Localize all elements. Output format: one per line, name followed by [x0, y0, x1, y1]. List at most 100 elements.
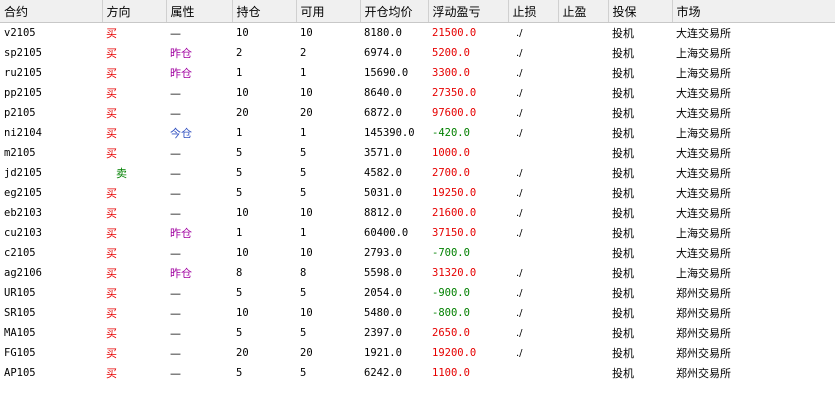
- cell-hedge: 投机: [612, 87, 634, 100]
- cell-market: 大连交易所: [676, 247, 731, 260]
- cell-take-profit: [558, 223, 608, 243]
- cell-available: 5: [300, 167, 307, 179]
- cell-take-profit: [558, 123, 608, 143]
- cell-floating-pnl: 3300.0: [432, 67, 470, 79]
- cell-available: 5: [300, 287, 307, 299]
- table-row[interactable]: UR105 买 — 5 5 2054.0 -900.0 ./ 投机 郑州交易所: [0, 283, 835, 303]
- cell-attribute: 昨仓: [170, 47, 192, 60]
- table-row[interactable]: m2105 买 — 5 5 3571.0 1000.0 投机 大连交易所: [0, 143, 835, 163]
- col-header-hedge[interactable]: 投保: [608, 0, 673, 23]
- col-header-contract[interactable]: 合约: [0, 0, 103, 23]
- cell-available: 5: [300, 147, 307, 159]
- cell-take-profit: [558, 183, 608, 203]
- cell-attribute: —: [170, 206, 181, 220]
- cell-attribute: —: [170, 106, 181, 120]
- cell-direction: 买: [106, 127, 117, 140]
- table-row[interactable]: MA105 买 — 5 5 2397.0 2650.0 ./ 投机 郑州交易所: [0, 323, 835, 343]
- cell-contract: cu2103: [4, 227, 42, 239]
- table-row[interactable]: SR105 买 — 10 10 5480.0 -800.0 ./ 投机 郑州交易所: [0, 303, 835, 323]
- cell-position: 20: [236, 107, 249, 119]
- cell-hedge: 投机: [612, 187, 634, 200]
- cell-available: 10: [300, 307, 313, 319]
- cell-hedge: 投机: [612, 107, 634, 120]
- cell-floating-pnl: -700.0: [432, 247, 470, 259]
- col-header-floating-pnl[interactable]: 浮动盈亏: [428, 0, 509, 23]
- table-row[interactable]: pp2105 买 — 10 10 8640.0 27350.0 ./ 投机 大连交易所: [0, 83, 835, 103]
- table-row[interactable]: AP105 买 — 5 5 6242.0 1100.0 投机 郑州交易所: [0, 363, 835, 383]
- cell-floating-pnl: 1100.0: [432, 367, 470, 379]
- table-row[interactable]: cu2103 买 昨仓 1 1 60400.0 37150.0 ./ 投机 上海交易所: [0, 223, 835, 243]
- col-header-market[interactable]: 市场: [672, 0, 835, 23]
- cell-contract: pp2105: [4, 87, 42, 99]
- table-row[interactable]: ag2106 买 昨仓 8 8 5598.0 31320.0 ./ 投机 上海交易所: [0, 263, 835, 283]
- col-header-open-price[interactable]: 开仓均价: [360, 0, 429, 23]
- table-row[interactable]: v2105 买 — 10 10 8180.0 21500.0 ./ 投机 大连交易所: [0, 23, 835, 44]
- table-row[interactable]: sp2105 买 昨仓 2 2 6974.0 5200.0 ./ 投机 上海交易所: [0, 43, 835, 63]
- cell-position: 10: [236, 207, 249, 219]
- cell-direction: 买: [106, 287, 117, 300]
- cell-market: 上海交易所: [676, 127, 731, 140]
- cell-take-profit: [558, 263, 608, 283]
- col-header-position[interactable]: 持仓: [232, 0, 297, 23]
- cell-position: 5: [236, 147, 243, 159]
- positions-table: 合约 方向 属性 持仓 可用 开仓均价 浮动盈亏 止损 止盈 投保 市场 v21…: [0, 0, 835, 383]
- cell-floating-pnl: 19200.0: [432, 347, 477, 359]
- cell-contract: v2105: [4, 27, 36, 39]
- table-row[interactable]: ni2104 买 今仓 1 1 145390.0 -420.0 ./ 投机 上海交易所: [0, 123, 835, 143]
- cell-direction: 买: [106, 347, 117, 360]
- cell-open-price: 15690.0: [364, 67, 409, 79]
- cell-position: 1: [236, 227, 243, 239]
- cell-position: 5: [236, 287, 243, 299]
- cell-floating-pnl: 21600.0: [432, 207, 477, 219]
- col-header-attribute[interactable]: 属性: [166, 0, 233, 23]
- cell-hedge: 投机: [612, 167, 634, 180]
- cell-stop-loss: [508, 143, 558, 163]
- table-row[interactable]: eb2103 买 — 10 10 8812.0 21600.0 ./ 投机 大连交易所: [0, 203, 835, 223]
- cell-stop-loss: ./: [516, 307, 523, 319]
- table-row[interactable]: c2105 买 — 10 10 2793.0 -700.0 投机 大连交易所: [0, 243, 835, 263]
- cell-available: 2: [300, 47, 307, 59]
- cell-open-price: 2397.0: [364, 327, 402, 339]
- cell-position: 10: [236, 307, 249, 319]
- cell-available: 8: [300, 267, 307, 279]
- cell-stop-loss: ./: [516, 47, 523, 59]
- cell-take-profit: [558, 303, 608, 323]
- cell-market: 郑州交易所: [676, 327, 731, 340]
- col-header-available[interactable]: 可用: [296, 0, 361, 23]
- table-row[interactable]: jd2105 卖 — 5 5 4582.0 2700.0 ./ 投机 大连交易所: [0, 163, 835, 183]
- cell-attribute: —: [170, 146, 181, 160]
- cell-direction: 买: [106, 187, 117, 200]
- cell-open-price: 2793.0: [364, 247, 402, 259]
- table-row[interactable]: ru2105 买 昨仓 1 1 15690.0 3300.0 ./ 投机 上海交易所: [0, 63, 835, 83]
- cell-market: 大连交易所: [676, 147, 731, 160]
- cell-attribute: —: [170, 26, 181, 40]
- cell-open-price: 5480.0: [364, 307, 402, 319]
- cell-position: 5: [236, 327, 243, 339]
- cell-floating-pnl: -800.0: [432, 307, 470, 319]
- cell-stop-loss: ./: [516, 267, 523, 279]
- cell-attribute: —: [170, 86, 181, 100]
- cell-position: 2: [236, 47, 243, 59]
- col-header-take-profit[interactable]: 止盈: [558, 0, 609, 23]
- cell-hedge: 投机: [612, 267, 634, 280]
- cell-take-profit: [558, 103, 608, 123]
- cell-hedge: 投机: [612, 247, 634, 260]
- cell-available: 1: [300, 127, 307, 139]
- cell-position: 10: [236, 87, 249, 99]
- cell-open-price: 8180.0: [364, 27, 402, 39]
- col-header-direction[interactable]: 方向: [102, 0, 167, 23]
- cell-attribute: 昨仓: [170, 267, 192, 280]
- cell-stop-loss: ./: [516, 107, 523, 119]
- cell-hedge: 投机: [612, 47, 634, 60]
- cell-direction: 买: [106, 107, 117, 120]
- col-header-stop-loss[interactable]: 止损: [508, 0, 559, 23]
- table-row[interactable]: FG105 买 — 20 20 1921.0 19200.0 ./ 投机 郑州交易所: [0, 343, 835, 363]
- table-row[interactable]: p2105 买 — 20 20 6872.0 97600.0 ./ 投机 大连交易所: [0, 103, 835, 123]
- cell-stop-loss: ./: [516, 287, 523, 299]
- cell-available: 10: [300, 87, 313, 99]
- table-row[interactable]: eg2105 买 — 5 5 5031.0 19250.0 ./ 投机 大连交易所: [0, 183, 835, 203]
- cell-hedge: 投机: [612, 347, 634, 360]
- cell-open-price: 1921.0: [364, 347, 402, 359]
- cell-floating-pnl: 19250.0: [432, 187, 477, 199]
- cell-contract: ni2104: [4, 127, 42, 139]
